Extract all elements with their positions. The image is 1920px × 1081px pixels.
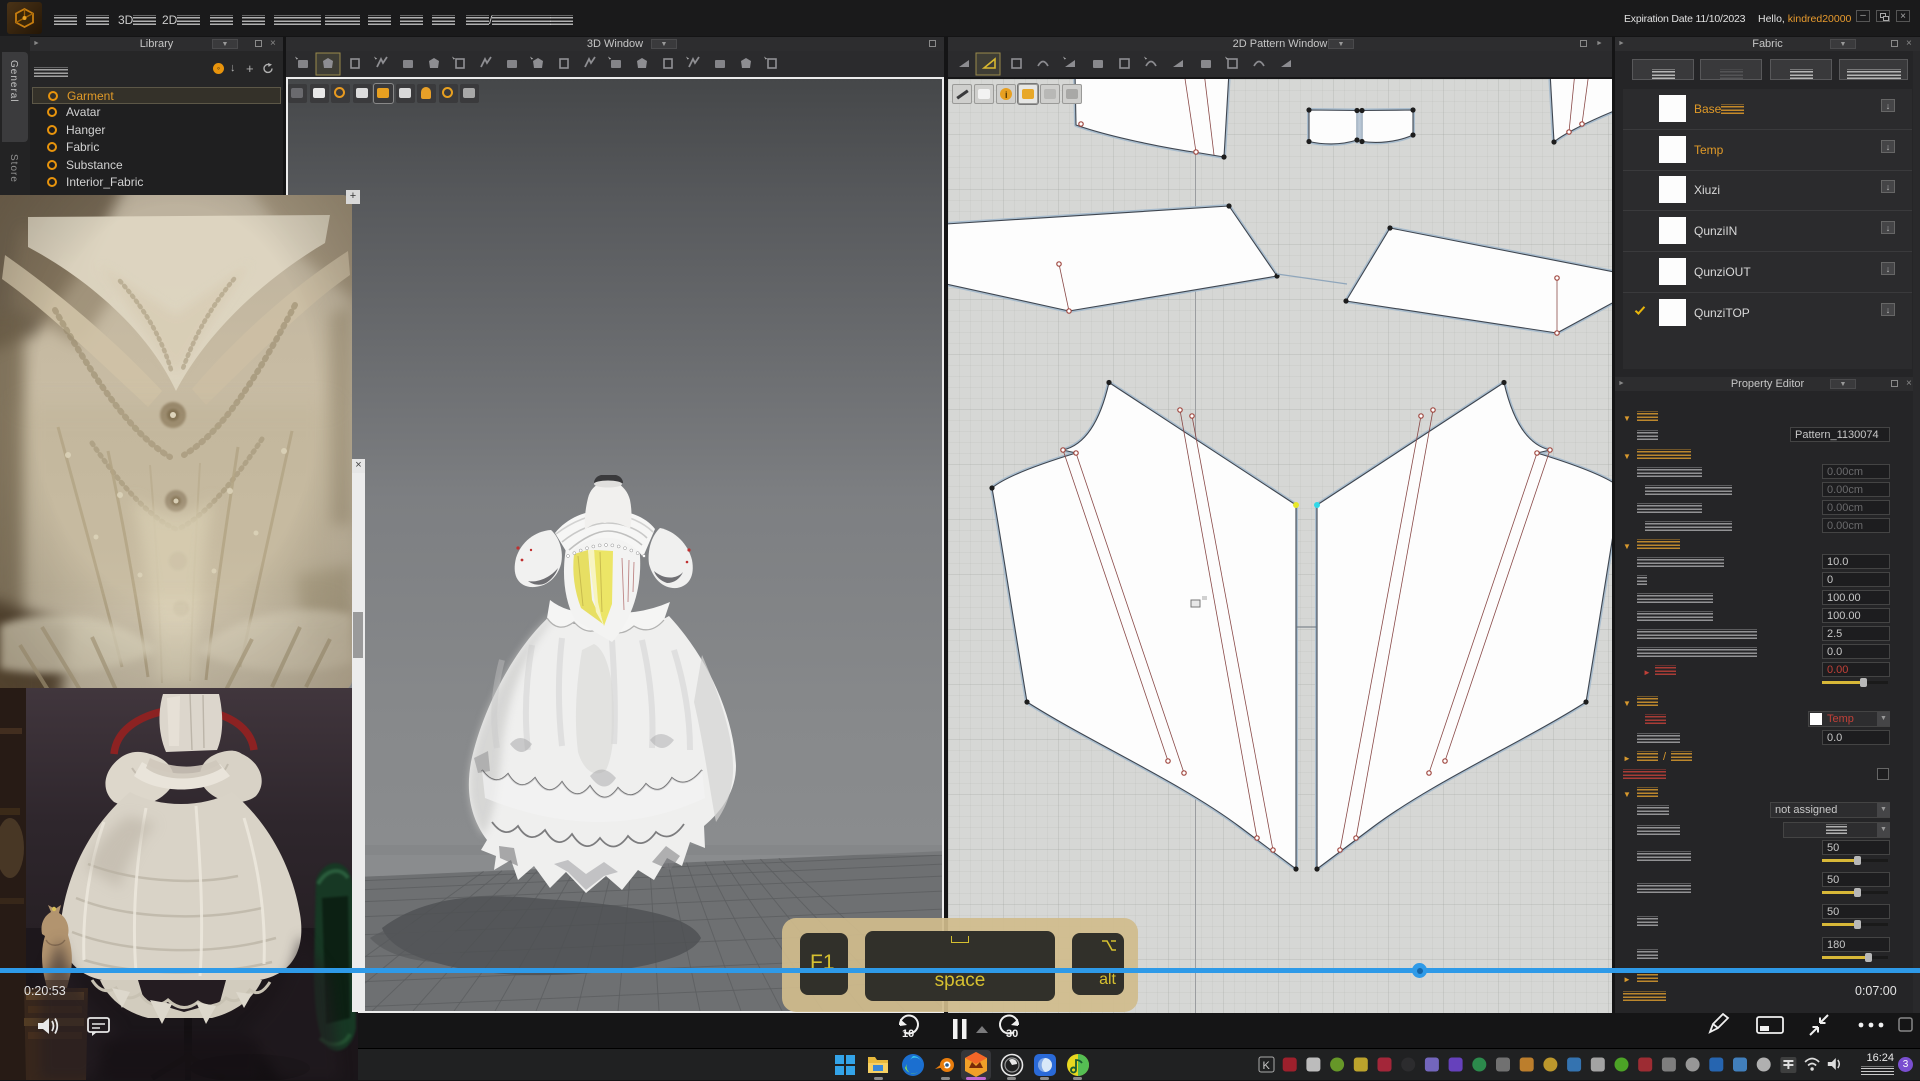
- svg-text:10: 10: [902, 1028, 914, 1040]
- svg-text:30: 30: [1006, 1028, 1018, 1040]
- svg-text:K: K: [1263, 1060, 1271, 1072]
